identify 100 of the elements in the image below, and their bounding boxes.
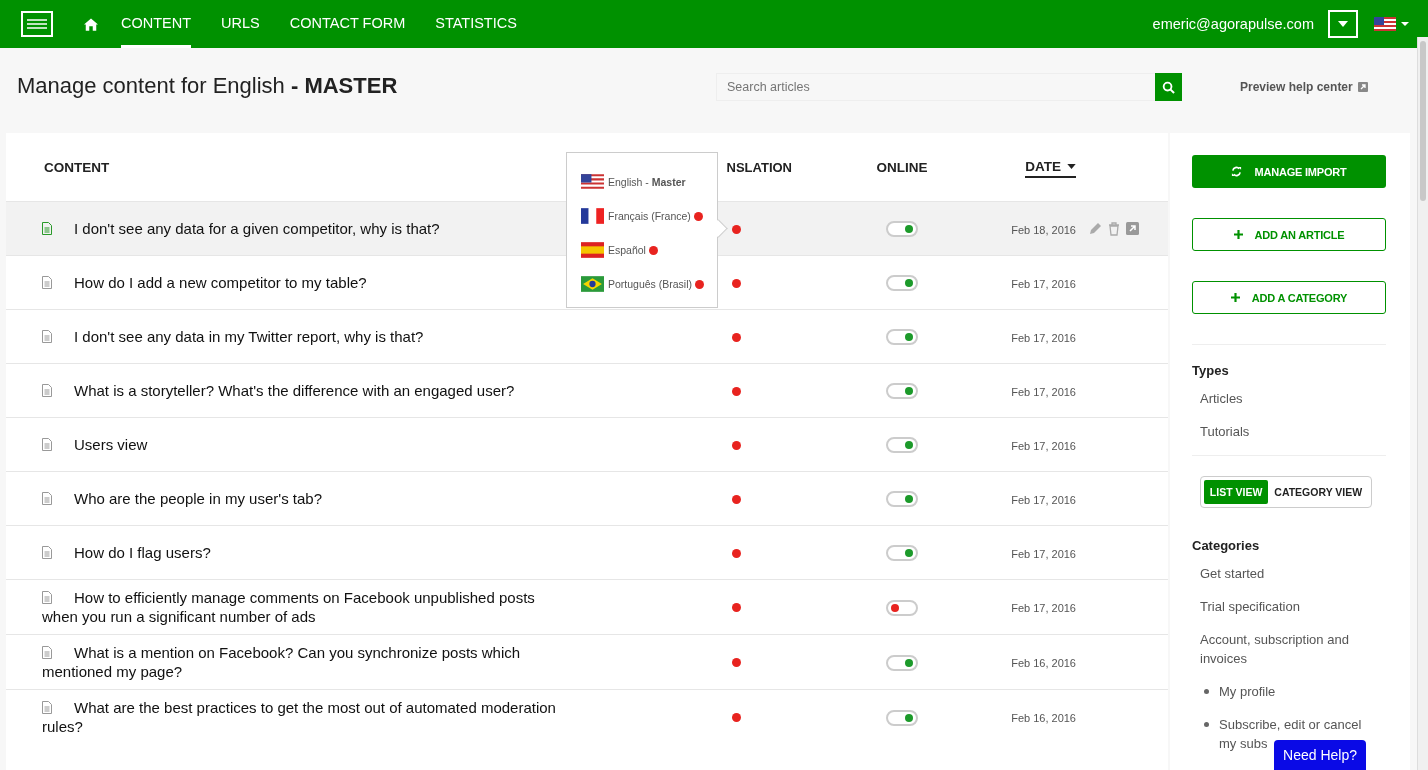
column-header: ONLINE	[875, 159, 929, 175]
column-header: NSLATION	[725, 159, 793, 175]
search-icon	[1162, 80, 1175, 94]
date-cell: Feb 17, 2016	[1011, 439, 1076, 452]
need-help-overlay[interactable]: Need Help?	[1274, 740, 1366, 770]
column-header: CONTENT	[43, 159, 111, 175]
language-option[interactable]: Français (France)	[608, 210, 691, 222]
scrollbar[interactable]	[1417, 37, 1428, 770]
translation-status-dot[interactable]	[731, 548, 741, 558]
article-title[interactable]: How do I flag users?	[42, 543, 572, 562]
section-heading: Types	[1192, 363, 1230, 378]
caret-icon	[1338, 21, 1348, 27]
translation-status-dot[interactable]	[731, 494, 741, 504]
search-button[interactable]	[1155, 73, 1182, 101]
delete-icon[interactable]	[1108, 221, 1120, 236]
plus-icon	[1233, 230, 1243, 239]
document-icon	[42, 222, 52, 235]
translation-status-dot[interactable]	[731, 658, 741, 667]
type-link[interactable]: Articles	[1200, 389, 1386, 408]
online-toggle[interactable]	[886, 383, 918, 400]
nav-tab[interactable]: URLS	[221, 0, 260, 48]
date-cell: Feb 17, 2016	[1011, 331, 1076, 344]
refresh-icon	[1231, 166, 1243, 177]
translation-status-dot[interactable]	[731, 332, 741, 342]
subcategory-link[interactable]: My profile	[1219, 682, 1369, 701]
online-toggle[interactable]	[886, 491, 918, 508]
sidebar-button[interactable]: ADD AN ARTICLE	[1192, 218, 1386, 251]
translation-status-dot[interactable]	[731, 440, 741, 450]
online-toggle[interactable]	[886, 275, 918, 292]
document-icon	[42, 330, 52, 343]
document-icon	[42, 701, 52, 714]
date-cell: Feb 17, 2016	[1011, 547, 1076, 560]
category-link[interactable]: Get started	[1200, 564, 1386, 583]
date-sort-header[interactable]: DATE	[1025, 158, 1076, 178]
flag-icon	[581, 242, 604, 258]
open-icon[interactable]	[1126, 222, 1139, 235]
nav-tab[interactable]: CONTENT	[121, 0, 192, 48]
external-link-icon	[1357, 82, 1368, 92]
document-icon	[42, 646, 52, 659]
flag-icon	[581, 174, 604, 190]
preview-link[interactable]: Preview help center	[1240, 80, 1353, 94]
category-link[interactable]: Trial specification	[1200, 597, 1386, 616]
document-icon	[42, 438, 52, 451]
online-toggle[interactable]	[886, 437, 918, 454]
flag-icon	[581, 276, 604, 292]
article-title[interactable]: What is a mention on Facebook? Can you synchronize posts which mentioned my page?	[42, 643, 572, 681]
language-option[interactable]: Português (Brasil)	[608, 278, 693, 290]
article-title[interactable]: What is a storyteller? What's the difference with an engaged user?	[42, 381, 572, 400]
category-link[interactable]: Account, subscription and invoices	[1200, 630, 1386, 668]
view-toggle-option[interactable]: LIST VIEW	[1203, 480, 1269, 504]
account-dropdown-button[interactable]	[1328, 10, 1358, 38]
document-icon	[42, 591, 52, 604]
search-field[interactable]: Search articles	[716, 73, 1155, 101]
sidebar-button[interactable]: MANAGE IMPORT	[1192, 155, 1386, 188]
section-heading: Categories	[1192, 538, 1261, 553]
online-toggle[interactable]	[886, 654, 918, 671]
plus-icon	[1230, 293, 1240, 302]
translation-status-dot[interactable]	[731, 713, 741, 722]
translation-status-dot[interactable]	[731, 603, 741, 612]
online-toggle[interactable]	[886, 221, 918, 238]
document-icon	[42, 492, 52, 505]
online-toggle[interactable]	[886, 599, 918, 616]
nav-tab[interactable]: CONTACT FORM	[289, 0, 406, 48]
article-title[interactable]: What are the best practices to get the most out of automated moderation rules?	[42, 698, 572, 736]
flag-icon	[581, 208, 604, 224]
translation-status-dot[interactable]	[731, 386, 741, 396]
user-email: emeric@agorapulse.com	[1152, 16, 1314, 32]
document-icon	[42, 546, 52, 559]
language-option[interactable]: Español	[608, 244, 646, 256]
home-icon[interactable]	[84, 17, 98, 31]
flag-icon[interactable]	[1374, 17, 1410, 31]
date-cell: Feb 17, 2016	[1011, 602, 1076, 614]
logo-icon[interactable]	[21, 11, 53, 37]
date-cell: Feb 16, 2016	[1011, 712, 1076, 724]
view-toggle-option[interactable]: CATEGORY VIEW	[1268, 480, 1369, 504]
nav-tab[interactable]: STATISTICS	[435, 0, 517, 48]
translation-status-dot[interactable]	[731, 224, 741, 234]
article-title[interactable]: How to efficiently manage comments on Facebook unpublished posts when you run a significant number of ads	[42, 588, 572, 626]
online-toggle[interactable]	[886, 329, 918, 346]
document-icon	[42, 384, 52, 397]
type-link[interactable]: Tutorials	[1200, 422, 1386, 441]
online-toggle[interactable]	[886, 545, 918, 562]
date-cell: Feb 17, 2016	[1011, 385, 1076, 398]
article-title[interactable]: I don't see any data for a given competitor, why is that?	[42, 219, 572, 238]
date-cell: Feb 18, 2016	[1011, 223, 1076, 236]
article-title[interactable]: I don't see any data in my Twitter report, why is that?	[42, 327, 572, 346]
article-title[interactable]: Who are the people in my user's tab?	[42, 489, 572, 508]
date-cell: Feb 17, 2016	[1011, 277, 1076, 290]
date-cell: Feb 16, 2016	[1011, 657, 1076, 669]
translation-status-dot[interactable]	[731, 278, 741, 288]
edit-icon[interactable]	[1088, 221, 1102, 236]
article-title[interactable]: Users view	[42, 435, 572, 454]
sort-caret-icon	[1067, 163, 1076, 169]
page-title: Manage content for English - MASTER	[17, 72, 399, 99]
document-icon	[42, 276, 52, 289]
online-toggle[interactable]	[886, 709, 918, 726]
date-cell: Feb 17, 2016	[1011, 493, 1076, 506]
sidebar-button[interactable]: ADD A CATEGORY	[1192, 281, 1386, 314]
language-option[interactable]: English - Master	[608, 176, 686, 188]
article-title[interactable]: How do I add a new competitor to my table?	[42, 273, 572, 292]
